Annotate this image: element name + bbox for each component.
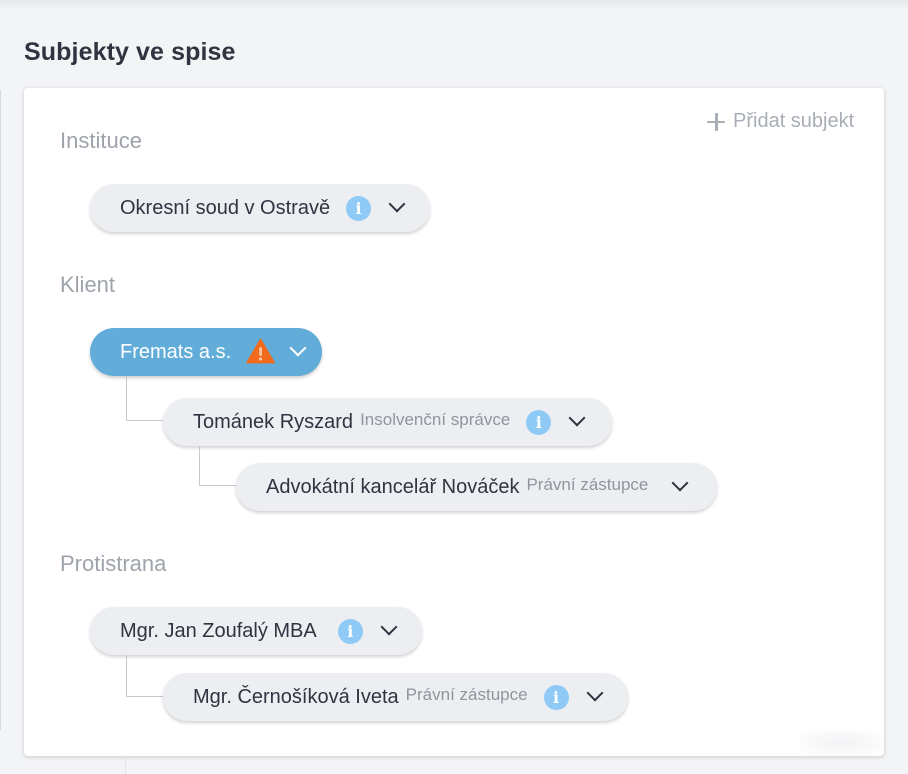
info-icon[interactable]: i [337,618,363,644]
chevron-down-icon[interactable] [671,474,689,492]
chevron-down-icon[interactable] [289,339,307,357]
subject-pill-zoufaly[interactable]: Mgr. Jan Zoufalý MBA i [90,607,422,655]
tree-connector [126,420,164,421]
subject-name: Tománek Ryszard [193,410,354,433]
subjects-card: Přidat subjekt Instituce Okresní soud v … [24,88,884,756]
warning-icon [246,338,276,364]
left-panel-edge [0,90,1,730]
chevron-down-icon[interactable] [586,684,604,702]
subject-pill-cernosikova[interactable]: Mgr. Černošíková Iveta Právní zástupce i [163,673,628,721]
subject-name: Okresní soud v Ostravě [120,196,331,219]
subject-name: Advokátní kancelář Nováček [266,475,520,498]
info-icon[interactable]: i [346,195,372,221]
chevron-down-icon[interactable] [568,409,586,427]
subject-role: Právní zástupce [526,475,649,494]
section-label-protistrana: Protistrana [60,551,167,576]
subject-pill-tomanek[interactable]: Tománek Ryszard Insolvenční správce i [163,398,612,446]
subject-pill-okresni-soud[interactable]: Okresní soud v Ostravě i [90,184,430,232]
plus-icon [707,112,725,131]
tree-connector [126,655,127,697]
subject-name: Mgr. Jan Zoufalý MBA [120,619,317,642]
add-subject-button[interactable]: Přidat subjekt [707,110,854,133]
top-shadow [0,0,908,10]
subject-name: Fremats a.s. [120,340,232,363]
tree-connector [126,376,127,421]
tree-connector [199,446,200,486]
subject-pill-advokatni-kancelar[interactable]: Advokátní kancelář Nováček Právní zástup… [236,463,717,511]
tree-connector [126,696,164,697]
subject-role: Insolvenční správce [360,410,511,429]
info-icon[interactable]: i [543,684,569,710]
page-title: Subjekty ve spise [24,38,236,66]
tree-connector-overflow [125,756,126,774]
add-subject-label: Přidat subjekt [733,110,855,132]
section-label-instituce: Instituce [60,128,142,153]
chevron-down-icon[interactable] [380,618,398,636]
chevron-down-icon[interactable] [388,195,406,213]
info-icon[interactable]: i [526,409,552,435]
subject-role: Právní zástupce [405,685,528,704]
tree-connector [199,485,237,486]
subject-name: Mgr. Černošíková Iveta [193,685,399,708]
floating-button-shadow [800,730,884,756]
subject-pill-fremats[interactable]: Fremats a.s. [90,328,322,376]
section-label-klient: Klient [60,272,116,297]
